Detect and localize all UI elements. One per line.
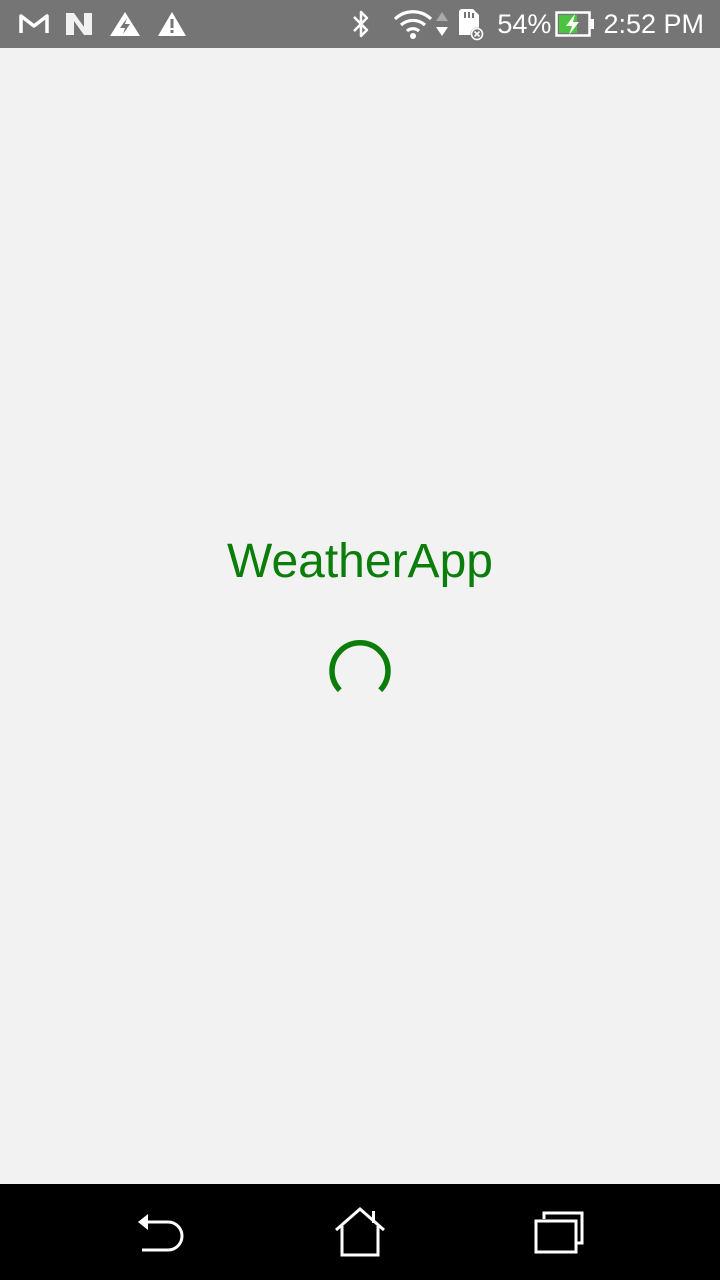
battery-percent: 54%: [497, 8, 552, 39]
recents-button[interactable]: [530, 1204, 590, 1260]
status-bar-system: 54% 2:52 PM: [351, 0, 704, 48]
status-bar-clock: 2:52 PM: [603, 8, 704, 39]
splash-screen: WeatherApp: [0, 48, 720, 1184]
battery-charging-icon: [555, 10, 595, 38]
app-title: WeatherApp: [227, 535, 493, 588]
status-bar-notifications: [18, 0, 188, 48]
navigation-bar: [0, 1184, 720, 1280]
home-button[interactable]: [330, 1204, 390, 1260]
home-icon: [335, 1207, 385, 1257]
back-button[interactable]: [130, 1204, 190, 1260]
screen: 54% 2:52 PM WeatherApp: [0, 0, 720, 1280]
data-arrows-icon: [435, 8, 449, 40]
loading-spinner: [329, 640, 391, 693]
sync-warning-icon: [108, 10, 142, 38]
sd-card-error-icon: [455, 7, 485, 41]
n-notification-icon: [64, 11, 94, 37]
gmail-icon: [18, 12, 50, 36]
wifi-icon: [393, 8, 433, 40]
bluetooth-icon: [351, 8, 371, 40]
status-bar: 54% 2:52 PM: [0, 0, 720, 48]
recents-icon: [534, 1211, 584, 1254]
warning-icon: [156, 10, 188, 38]
loading-spinner-arc: [329, 640, 391, 693]
back-icon: [138, 1214, 184, 1252]
